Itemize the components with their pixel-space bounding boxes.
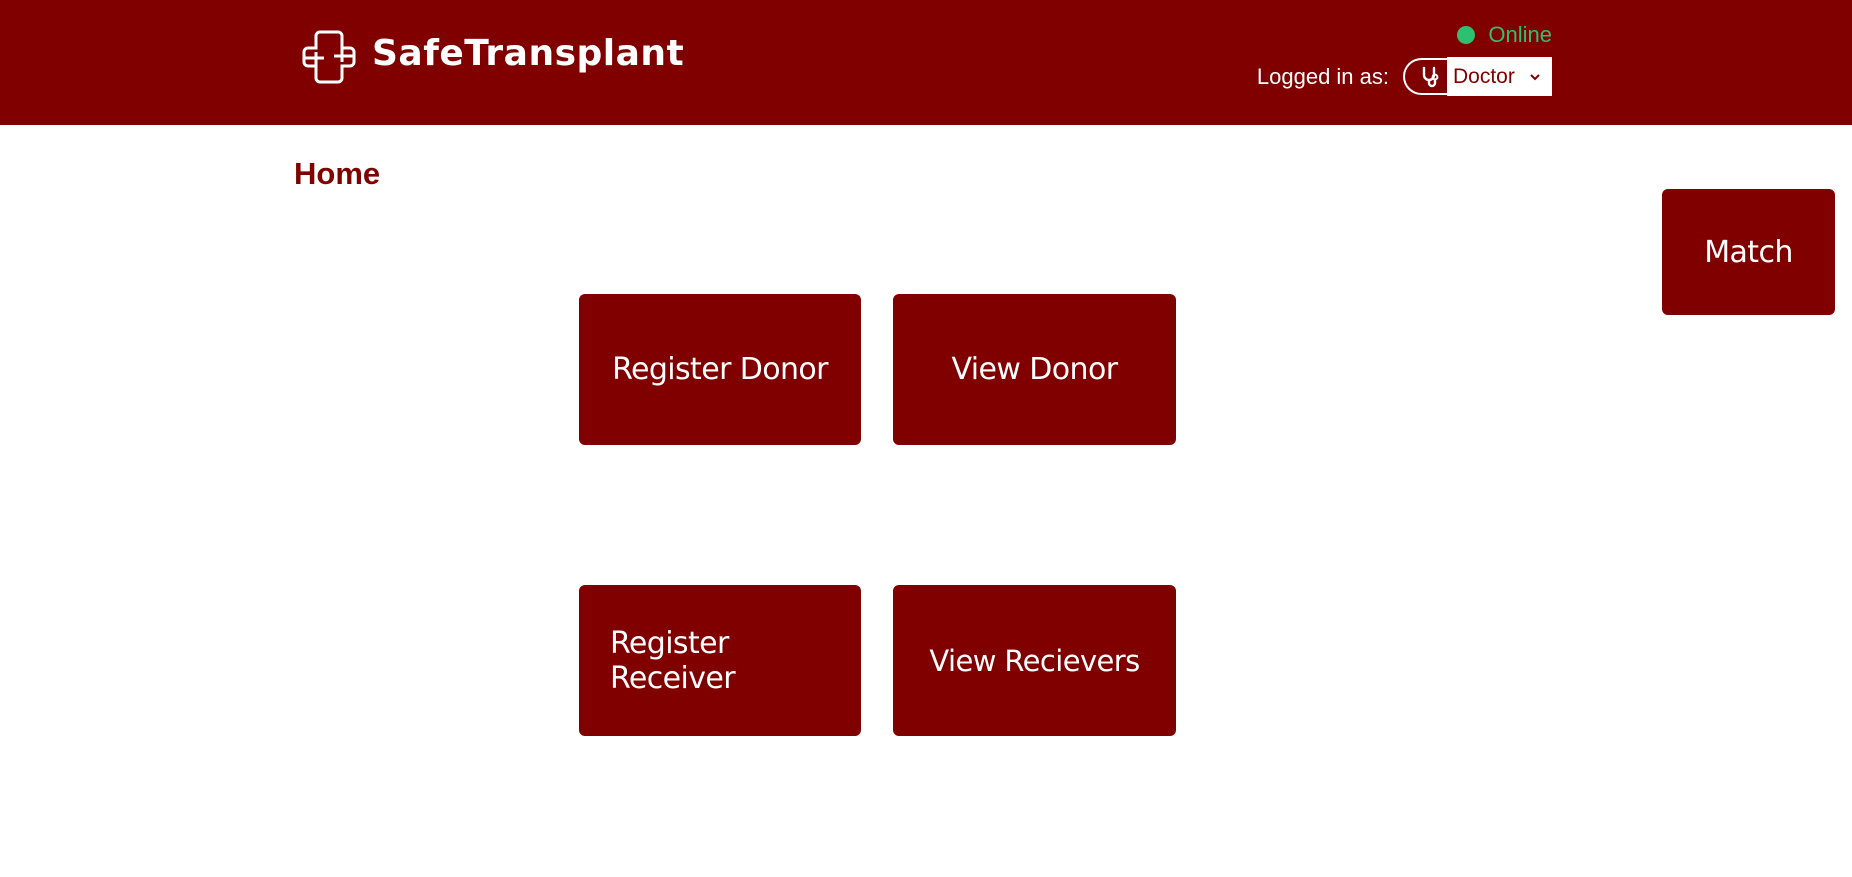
brand-name: SafeTransplant xyxy=(372,33,685,74)
chevron-down-icon xyxy=(1528,69,1544,85)
view-donor-button[interactable]: View Donor xyxy=(893,294,1176,445)
stethoscope-icon xyxy=(1403,58,1447,95)
app-header: SafeTransplant Online Logged in as: Doct… xyxy=(0,0,1852,125)
login-info: Logged in as: Doctor xyxy=(1257,57,1552,96)
match-button[interactable]: Match xyxy=(1662,189,1835,315)
connection-status: Online xyxy=(1457,22,1552,48)
role-select-value: Doctor xyxy=(1453,64,1515,88)
status-text: Online xyxy=(1488,22,1552,47)
view-receivers-button[interactable]: View Recievers xyxy=(893,585,1176,736)
register-donor-button[interactable]: Register Donor xyxy=(579,294,861,445)
medical-cross-icon xyxy=(302,30,356,84)
status-dot-icon xyxy=(1457,26,1476,44)
match-button-label: Match xyxy=(1704,234,1793,270)
page-title: Home xyxy=(294,156,381,191)
register-donor-label: Register Donor xyxy=(612,352,828,387)
register-receiver-button[interactable]: Register Receiver xyxy=(579,585,861,736)
register-receiver-label-line2: Receiver xyxy=(610,660,736,696)
logged-in-label: Logged in as: xyxy=(1256,63,1389,89)
view-receivers-label: View Recievers xyxy=(929,643,1140,678)
register-receiver-label: Register Receiver xyxy=(610,625,736,696)
view-donor-label: View Donor xyxy=(951,352,1118,387)
role-select[interactable]: Doctor xyxy=(1447,57,1552,96)
register-receiver-label-line1: Register xyxy=(610,625,729,661)
